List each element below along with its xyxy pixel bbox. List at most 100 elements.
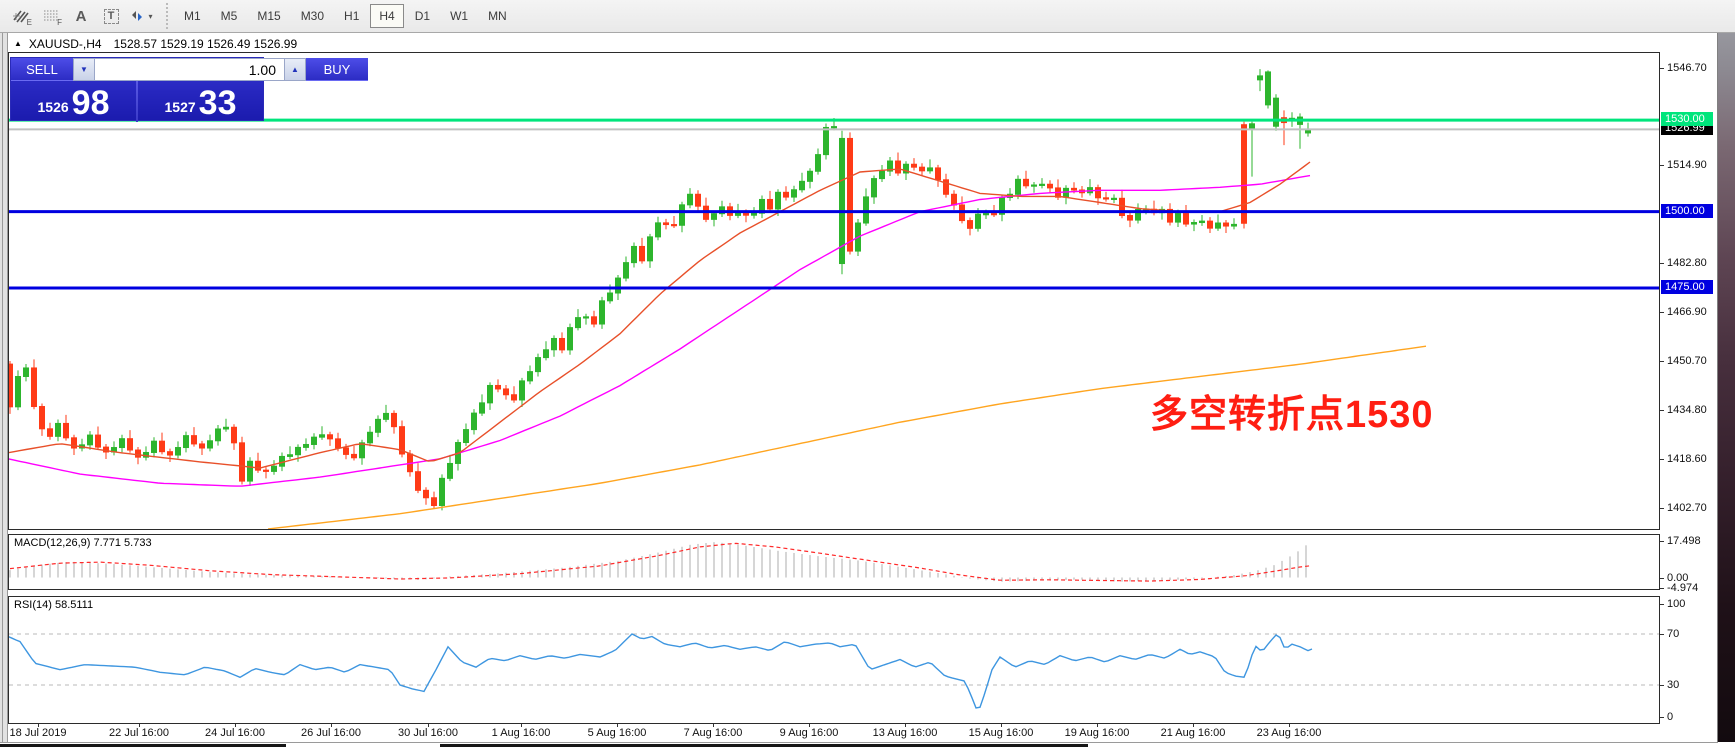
time-axis-label: 19 Aug 16:00 [1065, 727, 1130, 739]
volume-input[interactable] [95, 58, 284, 81]
time-axis-tick [713, 724, 714, 727]
price-axis-label: 1514.90 [1667, 159, 1707, 171]
text-label-tool-icon[interactable]: A [68, 3, 94, 29]
time-axis-label: 23 Aug 16:00 [1257, 727, 1322, 739]
window-bottom-edge [0, 742, 1735, 749]
bid-price-major: 1526 [38, 99, 69, 120]
price-chart-canvas[interactable] [9, 53, 1659, 529]
ask-price-major: 1527 [165, 99, 196, 120]
buy-button[interactable]: BUY [306, 58, 368, 81]
price-badge-1500-00: 1500.00 [1661, 204, 1713, 218]
time-axis-tick [38, 724, 39, 727]
grid-study-tool-icon[interactable]: F [38, 3, 64, 29]
time-axis-label: 30 Jul 16:00 [398, 727, 458, 739]
time-axis-tick [1289, 724, 1290, 727]
price-badge-1530-00: 1530.00 [1661, 112, 1713, 126]
axis-tick [1660, 312, 1664, 313]
price-axis-label: 1482.80 [1667, 257, 1707, 269]
time-axis-label: 15 Aug 16:00 [969, 727, 1034, 739]
price-axis-label: 1418.60 [1667, 453, 1707, 465]
rsi-axis-label: 0 [1667, 711, 1673, 723]
timeframe-button-m5[interactable]: M5 [212, 4, 247, 28]
letter-a-glyph: A [76, 8, 87, 25]
dropdown-caret-icon: ▾ [148, 12, 152, 21]
window-left-frame [0, 33, 8, 749]
rsi-axis-label: 30 [1667, 679, 1679, 691]
letter-t-boxed-glyph: T [104, 9, 119, 24]
bid-price-minor: 98 [72, 86, 110, 120]
time-axis-tick [1097, 724, 1098, 727]
time-axis-label: 9 Aug 16:00 [780, 727, 839, 739]
textbox-tool-icon[interactable]: T [98, 3, 124, 29]
tool-subscript: F [57, 18, 62, 27]
timeframe-button-mn[interactable]: MN [479, 4, 516, 28]
time-axis-label: 21 Aug 16:00 [1161, 727, 1226, 739]
desktop-background-strip [1718, 33, 1735, 749]
time-axis-label: 1 Aug 16:00 [492, 727, 551, 739]
axis-tick [1660, 634, 1664, 635]
main-toolbar: E F A T ▾ M1M5M15M30H1H4D1W1MN [0, 0, 1735, 33]
timeframe-button-h1[interactable]: H1 [335, 4, 368, 28]
time-axis-label: 13 Aug 16:00 [873, 727, 938, 739]
rsi-indicator-panel[interactable]: RSI(14) 58.5111 [8, 596, 1660, 724]
time-axis-tick [905, 724, 906, 727]
one-click-trading-widget: SELL ▼ ▲ BUY 1526 98 1527 33 [10, 57, 264, 121]
time-axis-tick [809, 724, 810, 727]
time-axis[interactable]: 18 Jul 201922 Jul 16:0024 Jul 16:0026 Ju… [8, 724, 1660, 742]
timeframe-button-m1[interactable]: M1 [175, 4, 210, 28]
macd-axis-label: 17.498 [1667, 535, 1701, 547]
timeframe-button-h4[interactable]: H4 [370, 4, 403, 28]
time-axis-border [0, 742, 1718, 743]
rsi-axis-label: 100 [1667, 598, 1685, 610]
rsi-canvas[interactable] [9, 597, 1659, 723]
rsi-label: RSI(14) 58.5111 [14, 599, 93, 611]
chart-title-row: ▲ XAUUSD-,H4 1528.57 1529.19 1526.49 152… [14, 36, 297, 51]
bid-price[interactable]: 1526 98 [11, 81, 136, 122]
price-chart-panel[interactable] [8, 52, 1660, 530]
axis-tick [1660, 604, 1664, 605]
price-axis-label: 1466.90 [1667, 306, 1707, 318]
price-axis[interactable]: 1546.701514.901482.801466.901450.701434.… [1660, 33, 1718, 742]
timeframe-button-w1[interactable]: W1 [441, 4, 477, 28]
bottom-edge-segment [440, 744, 1088, 747]
time-axis-label: 5 Aug 16:00 [588, 727, 647, 739]
sell-button[interactable]: SELL [11, 58, 73, 81]
macd-indicator-panel[interactable]: MACD(12,26,9) 7.771 5.733 [8, 534, 1660, 590]
macd-canvas[interactable] [9, 535, 1659, 589]
axis-tick [1660, 68, 1664, 69]
time-axis-tick [235, 724, 236, 727]
axis-tick [1660, 588, 1664, 589]
time-axis-label: 26 Jul 16:00 [301, 727, 361, 739]
arrange-arrows-tool-icon[interactable]: ▾ [128, 3, 154, 29]
axis-tick [1660, 361, 1664, 362]
time-axis-tick [331, 724, 332, 727]
time-axis-tick [1001, 724, 1002, 727]
volume-increase-button[interactable]: ▲ [284, 58, 306, 81]
macd-axis-label: -4.974 [1667, 582, 1698, 594]
axis-tick [1660, 685, 1664, 686]
price-axis-label: 1402.70 [1667, 502, 1707, 514]
metatrader-window: E F A T ▾ M1M5M15M30H1H4D1W1MN ▲ XAUUSD-,H4 … [0, 0, 1735, 749]
timeframe-button-m15[interactable]: M15 [248, 4, 289, 28]
axis-tick [1660, 541, 1664, 542]
time-axis-tick [617, 724, 618, 727]
time-axis-tick [139, 724, 140, 727]
price-badge-1475-00: 1475.00 [1661, 280, 1713, 294]
timeframe-button-m30[interactable]: M30 [292, 4, 333, 28]
collapse-triangle-icon[interactable]: ▲ [14, 39, 22, 48]
chart-text-annotation[interactable]: 多空转折点1530 [1150, 383, 1434, 438]
chart-symbol-title: XAUUSD-,H4 [29, 37, 102, 51]
time-axis-tick [521, 724, 522, 727]
axis-tick [1660, 263, 1664, 264]
time-axis-tick [428, 724, 429, 727]
ask-price[interactable]: 1527 33 [138, 81, 263, 122]
price-axis-label: 1450.70 [1667, 355, 1707, 367]
volume-decrease-button[interactable]: ▼ [73, 58, 95, 81]
ask-price-minor: 33 [199, 86, 237, 120]
polyline-study-tool-icon[interactable]: E [8, 3, 34, 29]
bottom-edge-segment [0, 744, 286, 747]
timeframe-button-d1[interactable]: D1 [406, 4, 439, 28]
chart-ohlc-values: 1528.57 1529.19 1526.49 1526.99 [114, 37, 298, 51]
axis-tick [1660, 165, 1664, 166]
time-axis-label: 22 Jul 16:00 [109, 727, 169, 739]
